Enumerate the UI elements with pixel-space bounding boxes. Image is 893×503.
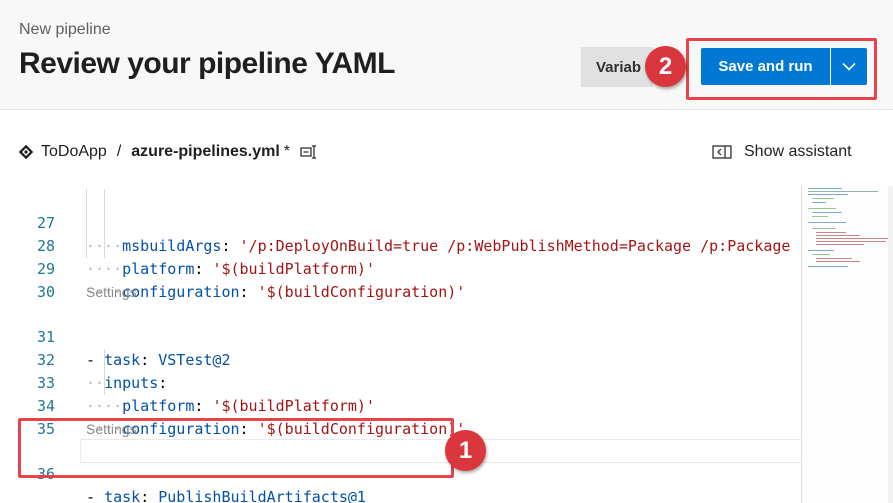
minimap-line — [812, 212, 842, 213]
minimap-line — [812, 254, 830, 255]
code-line[interactable]: 30 — [0, 258, 800, 301]
show-assistant-label: Show assistant — [744, 143, 852, 160]
minimap-line — [808, 194, 848, 195]
minimap-line — [816, 232, 846, 233]
minimap-line — [816, 258, 852, 259]
show-assistant-button[interactable]: Show assistant — [712, 141, 852, 163]
minimap-line — [816, 244, 864, 245]
indent-guide — [104, 189, 105, 258]
minimap-line — [808, 222, 846, 223]
minimap-line — [808, 266, 848, 267]
rename-file-icon[interactable] — [300, 145, 318, 159]
callout-badge-2: 2 — [645, 46, 686, 87]
yaml-value: '$(buildConfiguration)' — [257, 283, 466, 301]
publish-task-highlight — [18, 418, 454, 478]
indent-guide — [86, 189, 87, 258]
editor-minimap[interactable] — [801, 186, 893, 503]
code-line[interactable]: 34 ····configuration: '$(buildConfigurat… — [0, 372, 800, 438]
minimap-line — [812, 216, 828, 217]
code-line[interactable]: 28 ····platform: '$(buildPlatform)' — [0, 212, 800, 278]
minimap-line — [816, 241, 886, 242]
breadcrumb-repo[interactable]: ToDoApp — [41, 143, 107, 161]
line-number: 30 — [36, 283, 55, 301]
code-line[interactable]: 31 - task: VSTest@2 — [0, 303, 800, 369]
breadcrumb-file[interactable]: azure-pipelines.yml — [131, 143, 280, 161]
code-line[interactable]: 33 ····platform: '$(buildPlatform)' — [0, 349, 800, 415]
yaml-value: PublishBuildArtifacts@1 — [158, 488, 366, 503]
minimap-line — [808, 250, 834, 251]
yaml-key: task — [104, 488, 141, 503]
unsaved-marker: * — [283, 143, 291, 160]
minimap-line — [816, 238, 892, 239]
settings-codelens[interactable]: Settings — [86, 284, 137, 300]
variables-button[interactable]: Variab — [581, 47, 653, 87]
breadcrumb-separator: / — [116, 143, 122, 160]
git-diamond-icon — [18, 144, 34, 160]
page-title: Review your pipeline YAML — [19, 47, 395, 80]
minimap-line — [816, 261, 860, 262]
indent-guide — [104, 349, 105, 395]
code-line[interactable]: 29 ····configuration: '$(buildConfigurat… — [0, 235, 800, 301]
panel-toggle-icon — [712, 145, 732, 159]
code-line[interactable]: 35 — [0, 395, 800, 438]
minimap-line — [816, 235, 860, 236]
page-subtitle: New pipeline — [19, 21, 111, 38]
minimap-line — [812, 228, 836, 229]
callout-badge-1: 1 — [445, 430, 486, 471]
yaml-key: configuration — [122, 283, 240, 301]
editor-scrollbar[interactable] — [888, 186, 893, 503]
minimap-line — [812, 198, 834, 199]
minimap-line — [812, 202, 826, 203]
code-line[interactable]: 32 ··inputs: — [0, 326, 800, 392]
save-and-run-highlight — [686, 38, 877, 100]
minimap-line — [808, 191, 878, 192]
code-line[interactable]: 27 ····msbuildArgs: '/p:DeployOnBuild=tr… — [0, 189, 800, 255]
minimap-line — [808, 208, 836, 209]
minimap-line — [808, 188, 842, 189]
breadcrumb: ToDoApp / azure-pipelines.yml * — [18, 141, 318, 163]
